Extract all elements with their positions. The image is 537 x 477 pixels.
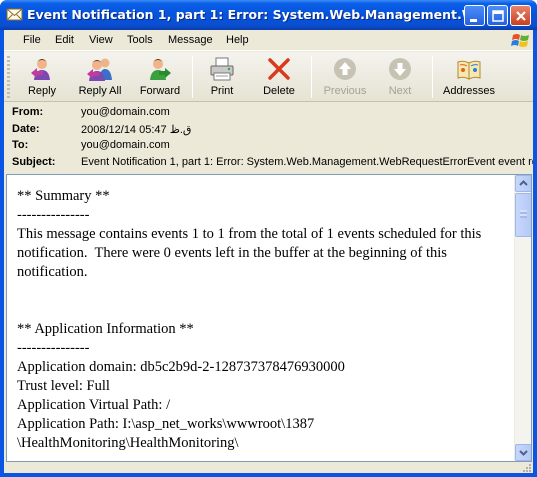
app-info-heading: ** Application Information **	[17, 321, 194, 337]
trust-level-line: Trust level: Full	[17, 378, 110, 394]
menu-file[interactable]: File	[23, 34, 41, 46]
date-label: Date:	[12, 123, 40, 135]
summary-rule: ---------------	[17, 207, 90, 223]
resize-grip-icon[interactable]	[522, 463, 532, 473]
next-button[interactable]: Next	[378, 54, 422, 100]
app-path-continuation: \HealthMonitoring\HealthMonitoring\	[17, 435, 239, 451]
maximize-icon	[492, 10, 504, 22]
delete-label: Delete	[263, 85, 295, 97]
subject-value: Event Notification 1, part 1: Error: Sys…	[81, 156, 533, 168]
addresses-label: Addresses	[443, 85, 495, 97]
virtual-path-line: Application Virtual Path: /	[17, 397, 171, 413]
addresses-button[interactable]: Addresses	[438, 54, 500, 100]
minimize-icon	[470, 19, 477, 22]
toolbar: Reply Reply All Forward Print Delete Pre…	[4, 52, 533, 102]
blank-space	[17, 282, 503, 320]
message-body[interactable]: ** Summary ** --------------- This messa…	[6, 174, 532, 462]
print-label: Print	[210, 85, 234, 97]
to-label: To:	[12, 139, 29, 151]
up-arrow-icon	[334, 58, 356, 80]
date-value: 2008/12/14 05:47 ق.ظ	[81, 124, 192, 136]
menu-edit[interactable]: Edit	[55, 34, 74, 46]
toolbar-separator	[192, 56, 193, 98]
delete-x-icon	[268, 58, 290, 80]
scroll-thumb[interactable]	[515, 193, 531, 237]
scroll-down-arrow-icon	[519, 450, 528, 456]
app-info-rule: ---------------	[17, 340, 90, 356]
from-value[interactable]: you@domain.com	[81, 106, 170, 118]
toolbar-separator	[311, 56, 312, 98]
printer-icon	[210, 57, 234, 81]
toolbar-separator	[432, 56, 433, 98]
reply-icon	[31, 59, 50, 80]
window-title: Event Notification 1, part 1: Error: Sys…	[27, 7, 467, 22]
scroll-up-button[interactable]	[515, 175, 531, 192]
reply-all-button[interactable]: Reply All	[72, 54, 128, 100]
from-label: From:	[12, 106, 44, 118]
reply-all-label: Reply All	[78, 85, 122, 97]
close-button[interactable]	[510, 5, 531, 26]
previous-label: Previous	[323, 85, 367, 97]
address-book-icon	[457, 60, 481, 80]
subject-row: Subject: Event Notification 1, part 1: E…	[12, 156, 533, 172]
status-bar	[4, 463, 533, 473]
summary-heading: ** Summary **	[17, 188, 110, 204]
menu-bar: File Edit View Tools Message Help	[4, 30, 533, 51]
grip-lines-icon	[520, 210, 527, 218]
message-window: Event Notification 1, part 1: Error: Sys…	[0, 0, 537, 477]
window-client-area: File Edit View Tools Message Help Reply …	[4, 30, 533, 473]
reply-button[interactable]: Reply	[14, 54, 70, 100]
delete-button[interactable]: Delete	[254, 54, 304, 100]
previous-button[interactable]: Previous	[318, 54, 372, 100]
summary-paragraph: This message contains events 1 to 1 from…	[17, 226, 485, 280]
title-bar[interactable]: Event Notification 1, part 1: Error: Sys…	[0, 0, 537, 30]
down-arrow-icon	[389, 58, 411, 80]
menu-help[interactable]: Help	[226, 34, 249, 46]
app-path-line: Application Path: I:\asp_net_works\wwwro…	[17, 416, 315, 432]
subject-label: Subject:	[12, 156, 56, 168]
menu-message[interactable]: Message	[168, 34, 213, 46]
envelope-icon	[6, 8, 23, 21]
menu-tools[interactable]: Tools	[127, 34, 153, 46]
vertical-scrollbar[interactable]	[514, 175, 531, 461]
toolbar-grip[interactable]	[7, 56, 10, 98]
minimize-button[interactable]	[464, 5, 485, 26]
close-icon	[516, 11, 526, 21]
message-header: From: you@domain.com Date: 2008/12/14 05…	[4, 103, 533, 172]
scroll-down-button[interactable]	[515, 444, 531, 461]
forward-label: Forward	[139, 85, 181, 97]
forward-icon	[150, 59, 171, 80]
reply-label: Reply	[27, 85, 57, 97]
scroll-up-arrow-icon	[519, 180, 528, 186]
windows-logo-icon	[511, 34, 529, 47]
app-domain-line: Application domain: db5c2b9d-2-128737378…	[17, 359, 345, 375]
menu-view[interactable]: View	[89, 34, 113, 46]
next-label: Next	[388, 85, 412, 97]
reply-all-icon	[87, 58, 112, 81]
forward-button[interactable]: Forward	[132, 54, 188, 100]
print-button[interactable]: Print	[200, 54, 244, 100]
maximize-button[interactable]	[487, 5, 508, 26]
to-value[interactable]: you@domain.com	[81, 139, 170, 151]
message-body-text: ** Summary ** --------------- This messa…	[17, 187, 503, 453]
